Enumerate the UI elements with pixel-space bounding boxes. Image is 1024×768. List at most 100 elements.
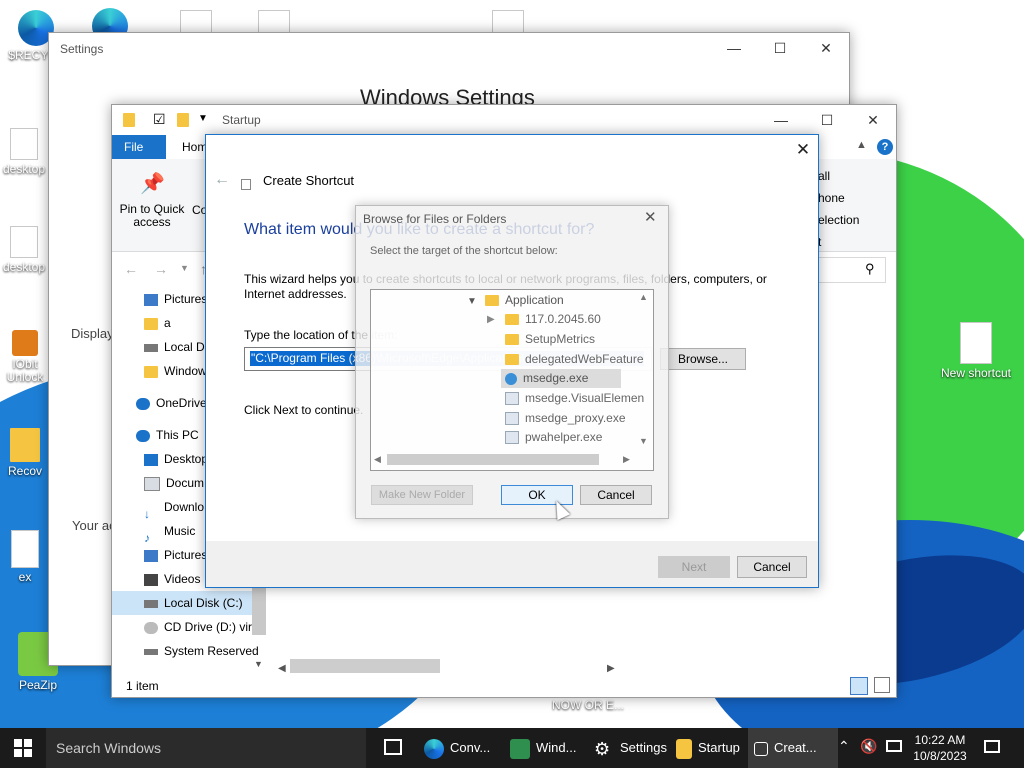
desktop-icon-ex[interactable]: ex	[0, 530, 50, 584]
tree-item-label: 117.0.2045.60	[525, 312, 601, 326]
taskbar-app-settings[interactable]: ⚙ Settings	[594, 728, 667, 768]
nav-item-label: This PC	[156, 428, 199, 442]
taskbar-app-edge[interactable]: Conv...	[424, 728, 490, 768]
nav-item-label: Videos	[164, 572, 201, 586]
nav-item-label: Music	[164, 524, 196, 538]
window-title: Startup	[222, 113, 261, 127]
scroll-down-arrow[interactable]: ▼	[639, 436, 648, 446]
back-arrow-icon[interactable]: ←	[214, 171, 230, 189]
next-button[interactable]: Next	[658, 556, 730, 578]
taskbar-app-create-shortcut[interactable]: Creat...	[748, 728, 838, 768]
chevron-up-icon[interactable]: ⌃	[838, 738, 850, 755]
close-button[interactable]: ✕	[780, 135, 826, 165]
browse-prompt: Select the target of the shortcut below:	[370, 245, 558, 257]
new-folder-icon[interactable]	[177, 113, 189, 127]
forward-arrow-icon[interactable]: →	[154, 261, 168, 277]
cancel-button[interactable]: Cancel	[737, 556, 807, 578]
make-new-folder-button[interactable]: Make New Folder	[371, 485, 473, 505]
select-all-button[interactable]: all	[818, 169, 830, 183]
cancel-button[interactable]: Cancel	[580, 485, 652, 505]
tree-expand-icon[interactable]: ▼	[467, 291, 477, 310]
chevron-down-icon[interactable]: ▼	[198, 113, 208, 124]
desktop-icon-label: ex	[18, 570, 32, 584]
chevron-up-icon[interactable]: ▲	[856, 139, 867, 151]
windows-logo-icon	[24, 739, 32, 747]
folder-tree[interactable]: ▼ Application ▶ 117.0.2045.60 SetupMetri…	[370, 289, 654, 471]
desktop-icon-desktop-ini-2[interactable]: desktop	[0, 226, 48, 274]
settings-file-icon	[10, 226, 38, 258]
tree-item-visualelements[interactable]: msedge.VisualElemen	[505, 389, 644, 408]
invert-selection-button[interactable]: election	[818, 213, 859, 227]
nav-item-label: Pictures	[164, 548, 208, 562]
tree-item-setupmetrics[interactable]: SetupMetrics	[505, 330, 595, 349]
minimize-button[interactable]: —	[758, 105, 804, 135]
network-icon[interactable]	[886, 740, 902, 752]
taskbar-app-label: Startup	[698, 740, 740, 755]
start-button[interactable]	[14, 739, 32, 757]
taskbar-app-explorer[interactable]: Startup	[676, 728, 740, 768]
maximize-button[interactable]: ☐	[757, 33, 803, 63]
taskbar-app-windows[interactable]: Wind...	[510, 728, 576, 768]
notification-icon[interactable]	[984, 740, 1000, 753]
desktop-icon-new-shortcut[interactable]: New shortcut	[936, 322, 1016, 380]
search-input[interactable]: ⚲	[818, 257, 886, 283]
back-arrow-icon[interactable]: ←	[124, 261, 138, 277]
scroll-down-arrow[interactable]: ▼	[254, 659, 263, 669]
scroll-left-arrow[interactable]: ◀	[374, 454, 381, 465]
tab-file[interactable]: File	[112, 135, 166, 159]
details-view-icon[interactable]	[850, 677, 868, 695]
scroll-up-arrow[interactable]: ▲	[639, 292, 648, 302]
tree-item-msedge[interactable]: msedge.exe	[501, 369, 621, 388]
minimize-button[interactable]: —	[711, 33, 757, 63]
tree-item-pwahelper[interactable]: pwahelper.exe	[505, 428, 602, 447]
horizontal-scrollbar-thumb[interactable]	[290, 659, 440, 673]
clock[interactable]: 10:22 AM 10/8/2023	[912, 732, 968, 764]
tree-horizontal-scrollbar[interactable]: ◀ ▶	[371, 452, 651, 468]
tree-collapse-icon[interactable]: ▶	[487, 310, 495, 329]
desktop-icon-iobit[interactable]: IObit Unlock	[0, 330, 50, 384]
volume-icon[interactable]: 🔇	[860, 738, 877, 755]
taskbar-app-label: Wind...	[536, 740, 577, 755]
properties-icon[interactable]: ☑	[153, 111, 166, 128]
tree-item-delegatedwebfeature[interactable]: delegatedWebFeature	[505, 350, 644, 369]
scroll-right-arrow[interactable]: ▶	[623, 454, 630, 465]
scroll-left-arrow[interactable]: ◀	[278, 663, 286, 674]
tree-item-msedge-proxy[interactable]: msedge_proxy.exe	[505, 409, 626, 428]
folder-icon	[123, 113, 135, 127]
tree-item-version[interactable]: 117.0.2045.60	[505, 310, 601, 329]
desktop-icon-label: desktop	[2, 260, 46, 274]
help-icon[interactable]: ?	[877, 139, 893, 155]
pin-to-quick-access-button[interactable]: Pin to Quick access	[118, 203, 186, 229]
taskbar-search-box[interactable]: Search Windows	[46, 728, 366, 768]
desktop-icon-desktop-ini[interactable]: desktop	[0, 128, 48, 176]
scroll-right-arrow[interactable]: ▶	[607, 663, 615, 674]
task-view-icon[interactable]	[384, 739, 402, 755]
windows-logo-icon	[14, 749, 22, 757]
horizontal-scrollbar-thumb[interactable]	[387, 454, 599, 465]
large-icons-view-icon[interactable]	[874, 677, 890, 693]
close-button[interactable]: ✕	[644, 208, 657, 226]
close-button[interactable]: ✕	[803, 33, 849, 63]
taskbar-app-label: Creat...	[774, 740, 817, 755]
desktop-icon-label: PeaZip	[18, 678, 58, 692]
browse-dialog-title: Browse for Files or Folders	[363, 212, 507, 226]
windows-logo-icon	[14, 739, 22, 747]
chevron-down-icon[interactable]: ▼	[180, 263, 189, 273]
tree-item-application[interactable]: Application	[485, 291, 564, 310]
nav-item-system-reserved[interactable]: System Reserved	[112, 639, 260, 663]
tree-item-label: Application	[505, 293, 564, 307]
nav-item-label: Window	[164, 364, 207, 378]
folder-icon	[10, 428, 40, 462]
tree-vertical-scrollbar[interactable]: ▲ ▼	[637, 290, 651, 450]
nav-item-local-disk-c[interactable]: Local Disk (C:)	[112, 591, 260, 615]
desktop-icon-recovery[interactable]: Recov	[0, 428, 50, 478]
close-button[interactable]: ✕	[850, 105, 896, 135]
browse-button[interactable]: Browse...	[660, 348, 746, 370]
search-placeholder: Search Windows	[56, 740, 162, 756]
select-none-button[interactable]: hone	[818, 191, 845, 205]
edge-icon	[424, 738, 444, 759]
app-icon	[510, 738, 530, 759]
tree-item-label: msedge.VisualElemen	[525, 391, 645, 405]
nav-item-cd-drive[interactable]: CD Drive (D:) virt	[112, 615, 260, 639]
maximize-button[interactable]: ☐	[804, 105, 850, 135]
